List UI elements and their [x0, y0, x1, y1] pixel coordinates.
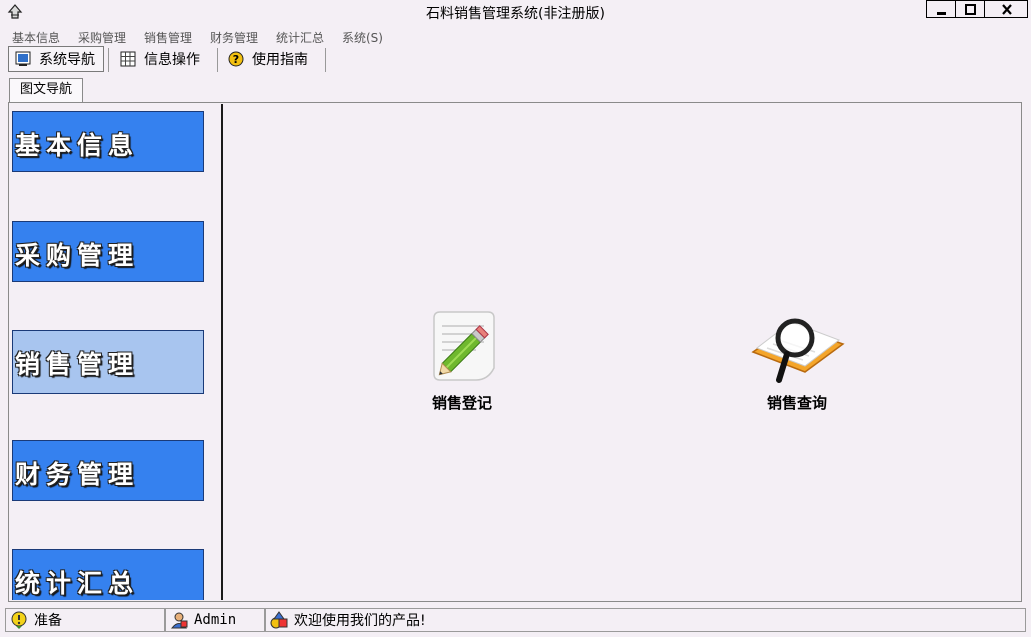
- menu-basic-info[interactable]: 基本信息: [12, 29, 60, 46]
- nav-button-basic-info[interactable]: 基本信息: [12, 111, 204, 172]
- info-ops-button[interactable]: 信息操作: [118, 46, 200, 72]
- left-nav: 基本信息 采购管理 销售管理 财务管理 统计汇总: [12, 104, 206, 600]
- nav-button-sales[interactable]: 销售管理: [12, 330, 204, 394]
- title-bar: 石料销售管理系统(非注册版): [0, 0, 1031, 26]
- grid-icon: [120, 51, 136, 67]
- shapes-icon: [270, 611, 288, 629]
- system-nav-button[interactable]: 系统导航: [8, 46, 104, 72]
- nav-button-purchase[interactable]: 采购管理: [12, 221, 204, 282]
- svg-text:?: ?: [233, 53, 239, 66]
- window-title: 石料销售管理系统(非注册版): [426, 6, 605, 22]
- tab-graphic-nav[interactable]: 图文导航: [9, 78, 83, 102]
- toolbar-separator: [325, 48, 326, 72]
- close-button[interactable]: [984, 0, 1028, 18]
- status-ready-text: 准备: [34, 613, 62, 629]
- status-message-text: 欢迎使用我们的产品!: [294, 613, 426, 629]
- sales-query-label: 销售查询: [766, 394, 827, 412]
- menu-finance[interactable]: 财务管理: [210, 29, 258, 46]
- pencil-note-icon: [402, 308, 522, 388]
- toolbar-separator: [108, 48, 109, 72]
- help-icon: ?: [228, 51, 244, 67]
- nav-button-label: 财务管理: [15, 460, 140, 489]
- nav-button-label: 销售管理: [15, 350, 140, 379]
- maximize-button[interactable]: [955, 0, 985, 18]
- menu-purchase[interactable]: 采购管理: [78, 29, 126, 46]
- nav-button-finance[interactable]: 财务管理: [12, 440, 204, 501]
- user-guide-button[interactable]: ? 使用指南: [226, 46, 308, 72]
- status-bar: 准备 Admin 欢迎使用我们的产品!: [0, 606, 1031, 637]
- info-icon: [10, 611, 28, 629]
- sales-query-item[interactable]: 销售查询: [737, 308, 857, 413]
- nav-button-label: 基本信息: [15, 131, 140, 160]
- panel-divider[interactable]: [221, 104, 223, 600]
- system-nav-label: 系统导航: [39, 52, 95, 68]
- user-icon: [170, 611, 188, 629]
- sales-register-item[interactable]: 销售登记: [402, 308, 522, 413]
- status-user-text: Admin: [194, 612, 237, 628]
- menu-bar: 基本信息 采购管理 销售管理 财务管理 统计汇总 系统(S): [0, 28, 1031, 46]
- toolbar: 系统导航 信息操作 ? 使用指南: [0, 46, 1031, 74]
- nav-button-label: 采购管理: [15, 241, 140, 270]
- menu-statistics[interactable]: 统计汇总: [276, 29, 324, 46]
- magnifier-book-icon: [737, 308, 857, 388]
- nav-button-label: 统计汇总: [15, 569, 140, 598]
- status-ready: 准备: [5, 608, 165, 632]
- menu-system[interactable]: 系统(S): [342, 29, 383, 46]
- monitor-icon: [15, 51, 31, 67]
- user-guide-label: 使用指南: [252, 52, 308, 68]
- nav-button-statistics[interactable]: 统计汇总: [12, 549, 204, 600]
- info-ops-label: 信息操作: [144, 52, 200, 68]
- content-area: 销售登记 销售查询: [224, 104, 1020, 600]
- status-user: Admin: [165, 608, 265, 632]
- status-message: 欢迎使用我们的产品!: [265, 608, 1026, 632]
- menu-sales[interactable]: 销售管理: [144, 29, 192, 46]
- toolbar-separator: [217, 48, 218, 72]
- sales-register-label: 销售登记: [431, 394, 492, 412]
- minimize-button[interactable]: [926, 0, 956, 18]
